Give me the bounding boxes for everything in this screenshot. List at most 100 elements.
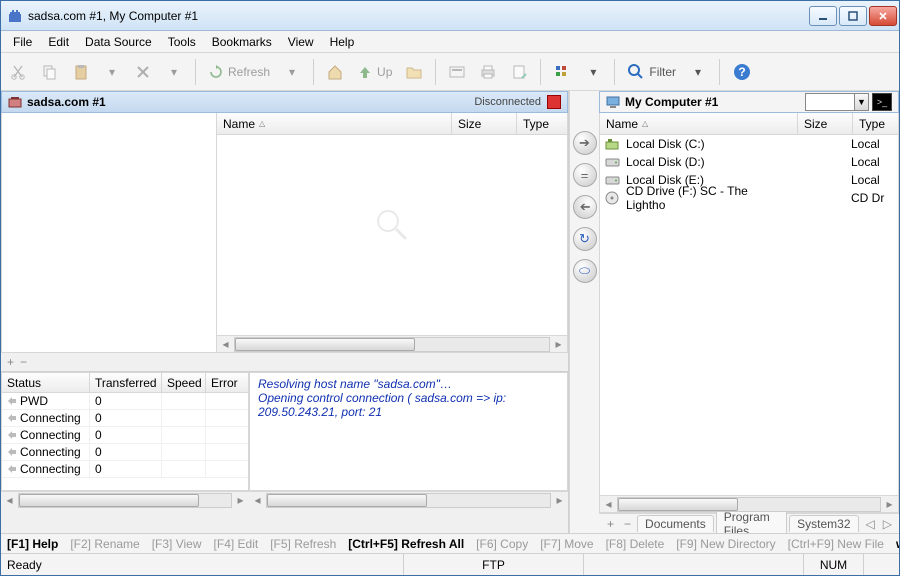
menu-data-source[interactable]: Data Source — [77, 33, 160, 51]
gh-status[interactable]: Status — [2, 373, 90, 392]
gh-error[interactable]: Error — [206, 373, 248, 392]
gh-transferred[interactable]: Transferred — [90, 373, 162, 392]
print-button[interactable] — [474, 58, 502, 86]
svg-text:?: ? — [738, 65, 745, 79]
fn-ctrl-f5[interactable]: [Ctrl+F5] Refresh All — [348, 537, 464, 551]
drive-selector[interactable]: ▼>_ — [805, 93, 892, 111]
refresh-dropdown[interactable]: ▾ — [278, 58, 306, 86]
filter-dropdown[interactable]: ▾ — [684, 58, 712, 86]
cut-button[interactable] — [5, 58, 33, 86]
window-title: sadsa.com #1, My Computer #1 — [28, 9, 809, 23]
link-button[interactable]: ⬭ — [573, 259, 597, 283]
status-ready: Ready — [7, 558, 127, 572]
col-type[interactable]: Type — [517, 113, 567, 134]
properties-button[interactable] — [505, 58, 533, 86]
gh-speed[interactable]: Speed — [162, 373, 206, 392]
tabs-prev-button[interactable]: ◁ — [863, 517, 878, 531]
fn-f2: [F2] Rename — [70, 537, 139, 551]
menubar: File Edit Data Source Tools Bookmarks Vi… — [1, 31, 899, 53]
remove-pane-button[interactable]: − — [20, 355, 27, 369]
transfer-row[interactable]: PWD0 — [2, 393, 248, 410]
remote-hscroll[interactable]: ◂▸ — [217, 335, 567, 352]
menu-help[interactable]: Help — [322, 33, 363, 51]
fn-f4: [F4] Edit — [214, 537, 259, 551]
paste-button[interactable] — [67, 58, 95, 86]
view-mode-dropdown[interactable]: ▾ — [579, 58, 607, 86]
drive-icon — [605, 137, 621, 151]
fn-f3: [F3] View — [152, 537, 202, 551]
log-line-1: Resolving host name "sadsa.com"… — [258, 377, 559, 391]
menu-view[interactable]: View — [280, 33, 322, 51]
paste-dropdown[interactable]: ▾ — [98, 58, 126, 86]
local-pane-header: My Computer #1 ▼>_ — [599, 91, 899, 113]
compare-button[interactable]: = — [573, 163, 597, 187]
transfer-row[interactable]: Connecting0 — [2, 444, 248, 461]
filter-button[interactable]: Filter — [622, 58, 681, 86]
log-hscroll[interactable]: ◂▸ — [249, 491, 568, 508]
refresh-button[interactable]: Refresh — [203, 58, 275, 86]
maximize-button[interactable] — [839, 6, 867, 26]
tab-program-files[interactable]: Program Files — [716, 508, 787, 533]
menu-bookmarks[interactable]: Bookmarks — [204, 33, 280, 51]
sync-button[interactable]: ↻ — [573, 227, 597, 251]
server-icon — [8, 95, 22, 109]
minimize-button[interactable] — [809, 6, 837, 26]
remote-pane: sadsa.com #1 Disconnected Name△ Size Typ… — [1, 91, 569, 533]
col-size[interactable]: Size — [452, 113, 517, 134]
tabs-next-button[interactable]: ▷ — [880, 517, 895, 531]
tab-documents[interactable]: Documents — [637, 515, 714, 532]
grid-hscroll[interactable]: ◂▸ — [1, 491, 249, 508]
col-size-r[interactable]: Size — [798, 113, 853, 134]
home-button[interactable] — [321, 58, 349, 86]
drive-row[interactable]: Local Disk (D:)Local — [600, 153, 898, 171]
help-button[interactable]: ? — [727, 58, 757, 86]
statusbar: Ready FTP NUM — [1, 553, 899, 575]
transfer-right-button[interactable]: ➔ — [573, 131, 597, 155]
menu-edit[interactable]: Edit — [40, 33, 77, 51]
magnifier-icon — [374, 207, 410, 243]
menu-file[interactable]: File — [5, 33, 40, 51]
local-list-body[interactable]: Local Disk (C:)LocalLocal Disk (D:)Local… — [600, 135, 898, 495]
col-name[interactable]: Name△ — [217, 113, 452, 134]
transfer-row[interactable]: Connecting0 — [2, 461, 248, 478]
terminal-icon[interactable]: >_ — [872, 93, 892, 111]
tab-system32[interactable]: System32 — [789, 515, 858, 532]
local-title: My Computer #1 — [625, 95, 805, 109]
remove-tab-button[interactable]: − — [620, 517, 635, 531]
view-mode-button[interactable] — [548, 58, 576, 86]
local-list-header: Name△ Size Type — [600, 113, 898, 135]
remote-pane-header: sadsa.com #1 Disconnected — [1, 91, 568, 113]
disconnect-indicator[interactable] — [547, 95, 561, 109]
fn-wfile[interactable]: w File — [896, 537, 899, 551]
add-pane-button[interactable]: + — [7, 355, 14, 369]
transfer-row[interactable]: Connecting0 — [2, 427, 248, 444]
drive-row[interactable]: Local Disk (C:)Local — [600, 135, 898, 153]
fn-ctrl-f9: [Ctrl+F9] New File — [788, 537, 884, 551]
drive-row[interactable]: CD Drive (F:) SC - The LighthoCD Dr — [600, 189, 898, 207]
remote-tree[interactable] — [2, 113, 217, 352]
fn-f6: [F6] Copy — [476, 537, 528, 551]
fn-f1[interactable]: [F1] Help — [7, 537, 58, 551]
folder-open-button[interactable] — [400, 58, 428, 86]
up-button[interactable]: Up — [352, 58, 397, 86]
remote-list: Name△ Size Type ◂▸ — [217, 113, 567, 352]
transfer-row[interactable]: Connecting0 — [2, 410, 248, 427]
drive-icon — [605, 191, 621, 205]
remote-list-body[interactable] — [217, 135, 567, 335]
copy-button[interactable] — [36, 58, 64, 86]
add-tab-button[interactable]: + — [603, 517, 618, 531]
remote-list-header: Name△ Size Type — [217, 113, 567, 135]
col-type-r[interactable]: Type — [853, 113, 898, 134]
close-button[interactable] — [869, 6, 897, 26]
delete-button[interactable] — [129, 58, 157, 86]
delete-dropdown[interactable]: ▾ — [160, 58, 188, 86]
filter-label: Filter — [649, 65, 676, 79]
preview-button[interactable] — [443, 58, 471, 86]
status-num: NUM — [803, 554, 863, 575]
col-name-r[interactable]: Name△ — [600, 113, 798, 134]
transfer-left-button[interactable]: ➔ — [573, 195, 597, 219]
menu-tools[interactable]: Tools — [160, 33, 204, 51]
log-pane[interactable]: Resolving host name "sadsa.com"… Opening… — [249, 372, 568, 491]
local-hscroll[interactable]: ◂▸ — [600, 495, 898, 512]
refresh-label: Refresh — [228, 65, 270, 79]
